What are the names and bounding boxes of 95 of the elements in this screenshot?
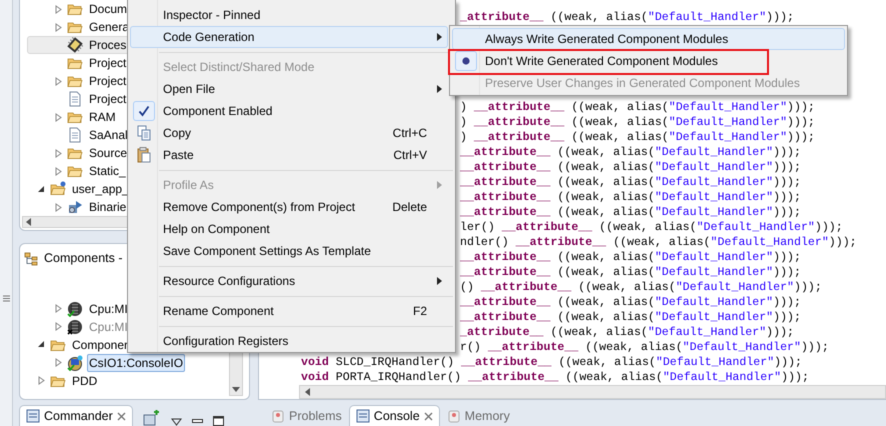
scroll-left-icon[interactable] bbox=[26, 218, 32, 226]
close-icon[interactable] bbox=[116, 412, 126, 420]
tree-item[interactable]: PDD bbox=[70, 372, 100, 390]
expanded-arrow-icon[interactable] bbox=[38, 341, 45, 348]
collapsed-arrow-icon[interactable] bbox=[55, 148, 62, 158]
copy-icon[interactable] bbox=[137, 125, 151, 141]
code-line: ler() __attribute__ ((weak, alias("Default_Handler"))); bbox=[460, 220, 843, 235]
processor-icon bbox=[67, 318, 83, 335]
view-tab[interactable]: Commander bbox=[19, 405, 133, 426]
code-line: ) __attribute__ ((weak, alias("Default_Handler"))); bbox=[460, 100, 815, 115]
binaries-icon bbox=[67, 199, 83, 215]
view-tab[interactable]: Console bbox=[348, 405, 440, 426]
code-line: __attribute__ ((weak, alias("Default_Handler"))); bbox=[460, 160, 801, 175]
menu-item[interactable]: Code Generation bbox=[130, 26, 448, 48]
menu-item[interactable]: Help on Component bbox=[130, 218, 448, 240]
expanded-arrow-icon[interactable] bbox=[38, 186, 45, 192]
menu-item[interactable]: Open File bbox=[130, 78, 448, 100]
tree-item[interactable]: Docum bbox=[87, 0, 130, 18]
menu-item[interactable]: Save Component Settings As Template bbox=[130, 240, 448, 262]
tree-item[interactable]: RAM bbox=[87, 108, 118, 126]
code-line: ) __attribute__ ((weak, alias("Default_Handler"))); bbox=[460, 115, 815, 130]
code-line: () __attribute__ ((weak, alias("Default_Handler"))); bbox=[460, 280, 822, 295]
collapsed-arrow-icon[interactable] bbox=[55, 4, 62, 14]
panel-title: Components - bbox=[44, 250, 123, 268]
shortcut-text: Ctrl+V bbox=[393, 147, 428, 164]
shortcut-text: F2 bbox=[412, 303, 428, 320]
code-line: _attribute__ ((weak, alias("Default_Handler"))); bbox=[460, 10, 794, 25]
view-icon bbox=[446, 409, 461, 423]
grip-icon[interactable] bbox=[2, 294, 10, 302]
tree-item[interactable]: Binarie bbox=[87, 198, 128, 216]
document-icon bbox=[67, 91, 83, 107]
menu-item[interactable]: Don't Write Generated Component Modules bbox=[452, 50, 845, 72]
view-tab[interactable]: Problems bbox=[264, 405, 349, 426]
scroll-down-icon[interactable] bbox=[232, 386, 240, 392]
new-view-icon[interactable] bbox=[142, 410, 161, 426]
collapsed-arrow-icon[interactable] bbox=[55, 22, 62, 32]
code-line: r() __attribute__ ((weak, alias("Default_Handler"))); bbox=[460, 340, 829, 355]
close-icon[interactable] bbox=[424, 412, 433, 420]
collapsed-arrow-icon[interactable] bbox=[55, 112, 62, 122]
shortcut-text: Delete bbox=[392, 199, 428, 216]
code-line: __attribute__ ((weak, alias("Default_Handler"))); bbox=[460, 265, 801, 280]
project-folder-icon bbox=[50, 181, 66, 197]
code-line: ) __attribute__ ((weak, alias("Default_Handler"))); bbox=[460, 130, 815, 145]
code-line: __attribute__ ((weak, alias("Default_Handler"))); bbox=[460, 310, 801, 325]
tree-item[interactable]: Proces bbox=[87, 36, 128, 54]
menu-item[interactable]: Component Enabled bbox=[130, 100, 448, 122]
menu-item[interactable]: Inspector - Pinned bbox=[130, 4, 448, 26]
maximize-icon[interactable] bbox=[212, 416, 224, 426]
document-icon bbox=[67, 127, 83, 143]
code-line: __attribute__ ((weak, alias("Default_Handler"))); bbox=[460, 250, 801, 265]
code-line: _attribute__ ((weak, alias("Default_Handler"))); bbox=[460, 325, 794, 340]
menu-item[interactable]: Always Write Generated Component Modules bbox=[452, 28, 845, 50]
code-line: void PORTA_IRQHandler() __attribute__ ((weak, alias("Default_Handler"))); bbox=[301, 370, 809, 385]
code-line: __attribute__ ((weak, alias("Default_Handler"))); bbox=[460, 145, 801, 160]
tree-item[interactable]: Project bbox=[87, 54, 128, 72]
tree-item[interactable]: Project bbox=[87, 72, 128, 90]
view-icon bbox=[356, 409, 370, 423]
menu-item[interactable]: Paste Ctrl+V bbox=[130, 144, 448, 166]
collapsed-arrow-icon[interactable] bbox=[55, 202, 62, 212]
tree-item[interactable]: Source bbox=[87, 144, 130, 162]
tree-item[interactable]: Componer bbox=[70, 336, 130, 354]
view-tab[interactable]: Memory bbox=[440, 405, 517, 426]
component-icon bbox=[67, 354, 83, 371]
scroll-left-icon[interactable] bbox=[305, 388, 311, 396]
collapsed-arrow-icon[interactable] bbox=[55, 166, 62, 176]
horizontal-scrollbar[interactable] bbox=[299, 385, 886, 399]
collapsed-arrow-icon[interactable] bbox=[55, 304, 62, 314]
menu-item[interactable]: Configuration Registers bbox=[130, 330, 448, 352]
view-menu-icon[interactable] bbox=[170, 418, 182, 426]
tree-item[interactable]: Project bbox=[87, 90, 128, 108]
code-line: void SLCD_IRQHandler() __attribute__ ((weak, alias("Default_Handler"))); bbox=[301, 355, 802, 370]
tree-item[interactable]: user_app_ bbox=[70, 180, 131, 198]
menu-item[interactable]: Copy Ctrl+C bbox=[130, 122, 448, 144]
code-line: __attribute__ ((weak, alias("Default_Handler"))); bbox=[460, 295, 801, 310]
tree-item[interactable]: SaAnal bbox=[87, 126, 130, 144]
code-line: ndler() __attribute__ ((weak, alias("Default_Handler"))); bbox=[460, 235, 857, 250]
code-line: __attribute__ ((weak, alias("Default_Handler"))); bbox=[460, 175, 801, 190]
shortcut-text: Ctrl+C bbox=[392, 125, 428, 142]
menu-item[interactable]: Remove Component(s) from Project Delete bbox=[130, 196, 448, 218]
processor-icon bbox=[67, 300, 83, 317]
tree-item[interactable]: CsIO1:ConsoleIO bbox=[87, 354, 186, 372]
tree-structure-icon bbox=[24, 252, 40, 266]
tree-item[interactable]: Cpu:MI bbox=[87, 300, 130, 318]
code-line: __attribute__ ((weak, alias("Default_Handler"))); bbox=[460, 190, 801, 205]
collapsed-arrow-icon[interactable] bbox=[38, 376, 45, 386]
view-icon bbox=[26, 409, 40, 423]
paste-icon[interactable] bbox=[137, 147, 151, 163]
view-icon bbox=[271, 409, 285, 423]
tree-item[interactable]: Static_ bbox=[87, 162, 128, 180]
collapsed-arrow-icon[interactable] bbox=[55, 358, 62, 368]
menu-item[interactable]: Rename Component F2 bbox=[130, 300, 448, 322]
collapsed-arrow-icon[interactable] bbox=[55, 76, 62, 86]
menu-item[interactable]: Resource Configurations bbox=[130, 270, 448, 292]
minimize-icon[interactable] bbox=[192, 418, 203, 426]
code-line: __attribute__ ((weak, alias("Default_Handler"))); bbox=[460, 205, 801, 220]
